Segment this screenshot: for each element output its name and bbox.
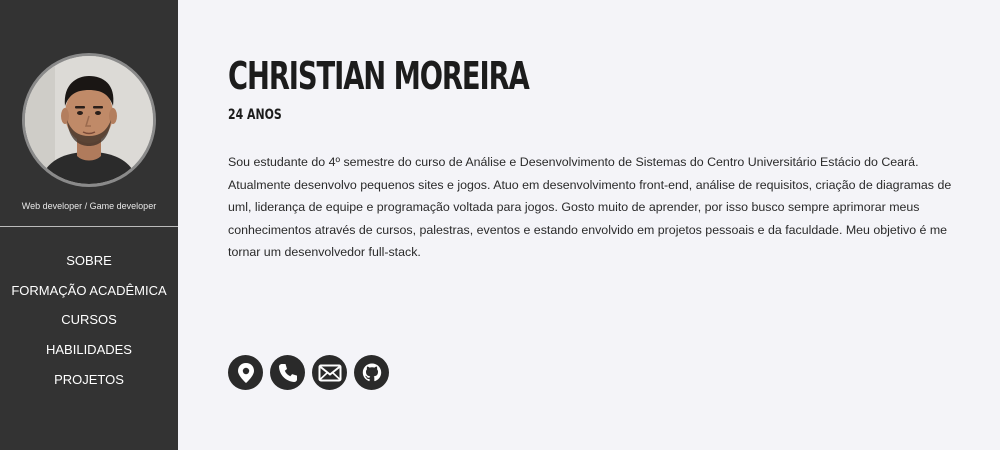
profile-name: CHRISTIAN MOREIRA [228,54,530,98]
email-icon[interactable] [312,355,347,390]
nav-item-sobre[interactable]: SOBRE [0,251,178,281]
role-subtitle: Web developer / Game developer [21,201,157,211]
sidebar: Web developer / Game developer SOBRE FOR… [0,0,178,450]
github-icon[interactable] [354,355,389,390]
avatar-frame [22,53,156,187]
avatar [25,56,153,184]
location-pin-icon[interactable] [228,355,263,390]
profile-age: 24 ANOS [228,107,282,123]
contact-icons [228,355,389,390]
main-content: CHRISTIAN MOREIRA 24 ANOS Sou estudante … [228,0,978,450]
nav-item-cursos[interactable]: CURSOS [0,310,178,340]
profile-bio: Sou estudante do 4º semestre do curso de… [228,155,952,259]
profile-photo [25,56,153,184]
sidebar-divider [0,226,178,227]
nav-item-habilidades[interactable]: HABILIDADES [0,340,178,370]
sidebar-nav: SOBRE FORMAÇÃO ACADÊMICA CURSOS HABILIDA… [0,251,178,399]
phone-icon[interactable] [270,355,305,390]
nav-item-formacao-academica[interactable]: FORMAÇÃO ACADÊMICA [0,281,178,311]
nav-item-projetos[interactable]: PROJETOS [0,370,178,400]
